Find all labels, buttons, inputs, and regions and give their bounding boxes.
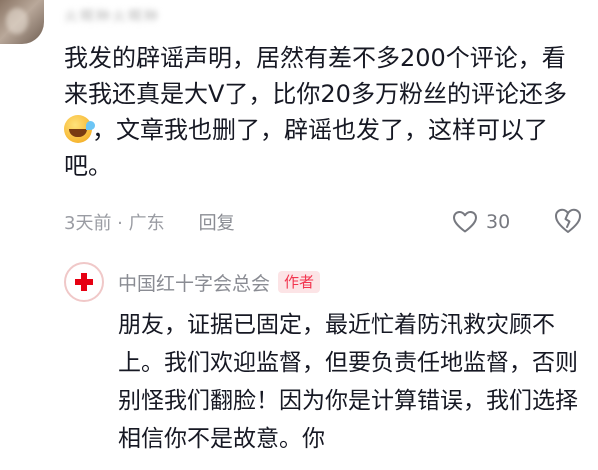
comment-text: 我发的辟谣声明，居然有差不多200个评论，看来我还真是大V了，比你20多万粉丝的… <box>64 40 584 184</box>
reply-text: 朋友，证据已固定，最近忙着防汛救灾顾不上。我们欢迎监督，但要负责任地监督，否则别… <box>118 312 578 452</box>
comment-meta: 3天前 · 广东 回复 <box>64 206 235 238</box>
commenter-username[interactable]: 火啊种火啊种 <box>64 6 160 25</box>
red-cross-avatar[interactable] <box>64 262 104 302</box>
author-badge: 作者 <box>278 271 321 293</box>
like-button[interactable]: 30 <box>452 206 510 238</box>
laughing-tears-emoji-icon <box>64 115 95 143</box>
reply-button[interactable]: 回复 <box>199 209 235 235</box>
like-count: 30 <box>486 211 511 233</box>
comment-time-location: 3天前 · 广东 <box>64 213 165 234</box>
reply-author-row: 中国红十字会总会 作者 <box>118 268 321 296</box>
heart-icon <box>453 211 477 233</box>
broken-heart-icon <box>555 208 581 233</box>
commenter-avatar[interactable] <box>0 0 44 44</box>
comment-text-part-2: ，文章我也删了，辟谣也发了，这样可以了吧。 <box>64 116 548 180</box>
reply-author-name[interactable]: 中国红十字会总会 <box>118 269 270 296</box>
red-cross-icon <box>75 273 93 291</box>
dislike-button[interactable] <box>553 207 583 237</box>
comment-text-part-1: 我发的辟谣声明，居然有差不多200个评论，看来我还真是大V了，比你20多万粉丝的… <box>64 44 567 108</box>
